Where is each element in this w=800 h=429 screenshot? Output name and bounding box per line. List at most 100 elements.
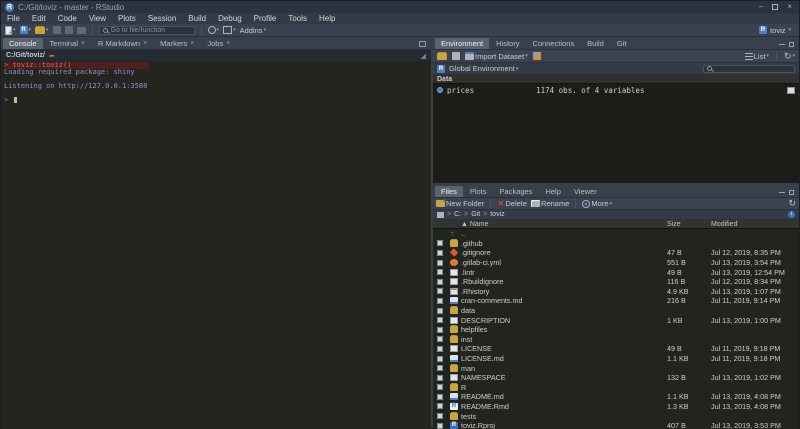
file-row[interactable]: inst <box>433 335 799 345</box>
breadcrumb-segment[interactable]: C: <box>454 211 461 218</box>
rename-button[interactable]: Rename <box>531 199 569 208</box>
expand-object-icon[interactable] <box>437 87 443 93</box>
file-name[interactable]: .github <box>461 239 667 248</box>
file-row[interactable]: RREADME.Rmd1.3 KBJul 13, 2019, 4:08 PM <box>433 402 799 412</box>
tab-jobs[interactable]: Jobs× <box>201 38 236 49</box>
new-project-button[interactable]: R▾ <box>20 26 32 34</box>
close-button[interactable]: × <box>787 2 792 12</box>
file-name[interactable]: .Rbuildignore <box>461 277 667 286</box>
menu-item-tools[interactable]: Tools <box>288 14 307 23</box>
console-resize-icon[interactable]: ◢ <box>421 52 426 60</box>
maximize-pane-icon[interactable] <box>789 190 794 195</box>
minimize-pane-icon[interactable] <box>779 192 785 193</box>
tab-r-markdown[interactable]: R Markdown× <box>92 38 153 49</box>
save-button[interactable] <box>53 26 61 34</box>
file-name[interactable]: data <box>461 306 667 315</box>
file-checkbox[interactable] <box>437 413 443 419</box>
file-row[interactable]: cran-comments.md216 BJul 11, 2019, 9:14 … <box>433 296 799 306</box>
refresh-files-button[interactable]: ↻ <box>788 199 796 208</box>
maximize-pane-icon[interactable] <box>789 42 794 47</box>
open-in-files-icon[interactable]: ➦ <box>49 52 55 60</box>
file-name[interactable]: .Rhistory <box>461 287 667 296</box>
tab-history[interactable]: History <box>490 38 525 49</box>
close-tab-icon[interactable]: × <box>81 40 85 47</box>
save-workspace-icon[interactable] <box>452 52 460 60</box>
file-checkbox[interactable] <box>437 394 443 400</box>
file-row[interactable]: Rtoviz.Rproj407 BJul 13, 2019, 3:53 PM <box>433 421 799 429</box>
import-dataset-button[interactable]: Import Dataset▾ <box>465 52 528 61</box>
file-row[interactable]: LICENSE49 BJul 11, 2019, 9:18 PM <box>433 344 799 354</box>
menu-item-profile[interactable]: Profile <box>254 14 277 23</box>
file-checkbox[interactable] <box>437 269 443 275</box>
file-name[interactable]: toviz.Rproj <box>461 421 667 429</box>
file-row[interactable]: .lintr49 BJul 13, 2019, 12:54 PM <box>433 267 799 277</box>
tab-terminal[interactable]: Terminal× <box>44 38 91 49</box>
refresh-environment-button[interactable]: ↻▾ <box>784 52 795 61</box>
menu-item-view[interactable]: View <box>89 14 106 23</box>
file-checkbox[interactable] <box>437 336 443 342</box>
file-row[interactable]: .Rbuildignore116 BJul 12, 2019, 8:34 PM <box>433 277 799 287</box>
new-folder-button[interactable]: New Folder <box>436 199 484 208</box>
file-checkbox[interactable] <box>437 317 443 323</box>
goto-file-function-input[interactable] <box>111 27 191 34</box>
file-name[interactable]: cran-comments.md <box>461 296 667 305</box>
console-output[interactable]: > toviz::toviz()Loading required package… <box>1 61 431 429</box>
print-button[interactable] <box>77 27 86 34</box>
file-row[interactable]: helpfiles <box>433 325 799 335</box>
file-name[interactable]: DESCRIPTION <box>461 316 667 325</box>
file-name[interactable]: LICENSE <box>461 344 667 353</box>
menu-item-debug[interactable]: Debug <box>218 14 242 23</box>
file-checkbox[interactable] <box>437 279 443 285</box>
file-checkbox[interactable] <box>437 260 443 266</box>
tab-connections[interactable]: Connections <box>526 38 580 49</box>
file-name[interactable]: LICENSE.md <box>461 354 667 363</box>
tab-console[interactable]: Console <box>3 38 43 49</box>
file-name[interactable]: tests <box>461 412 667 421</box>
tab-git[interactable]: Git <box>611 38 633 49</box>
column-size[interactable]: Size <box>667 221 711 228</box>
menu-item-file[interactable]: File <box>7 14 20 23</box>
file-row[interactable]: .github <box>433 239 799 249</box>
list-view-selector[interactable]: List▾ <box>745 52 769 61</box>
info-icon[interactable]: i <box>788 211 795 218</box>
pane-layout-button[interactable]: ▾ <box>223 26 236 34</box>
more-button[interactable]: More▾ <box>582 199 612 208</box>
file-name[interactable]: helpfiles <box>461 325 667 334</box>
file-name[interactable]: man <box>461 364 667 373</box>
file-row[interactable]: NAMESPACE132 BJul 13, 2019, 1:02 PM <box>433 373 799 383</box>
tab-build[interactable]: Build <box>581 38 610 49</box>
file-row[interactable]: .gitlab-ci.yml551 BJul 13, 2019, 3:54 PM <box>433 258 799 268</box>
minimize-button[interactable]: – <box>759 2 763 12</box>
menu-item-plots[interactable]: Plots <box>118 14 136 23</box>
home-icon[interactable] <box>437 212 444 218</box>
file-row[interactable]: tests <box>433 411 799 421</box>
file-name[interactable]: NAMESPACE <box>461 373 667 382</box>
file-name[interactable]: .gitignore <box>461 248 667 257</box>
column-name[interactable]: ▲ Name <box>461 221 667 228</box>
environment-scope-selector[interactable]: Global Environment▾ <box>449 64 518 73</box>
close-tab-icon[interactable]: × <box>143 40 147 47</box>
file-checkbox[interactable] <box>437 346 443 352</box>
menu-item-build[interactable]: Build <box>188 14 206 23</box>
delete-button[interactable]: ✕Delete <box>497 199 527 208</box>
file-name[interactable]: .gitlab-ci.yml <box>461 258 667 267</box>
file-checkbox[interactable] <box>437 308 443 314</box>
file-checkbox[interactable] <box>437 384 443 390</box>
new-file-button[interactable]: ▾ <box>5 26 16 35</box>
close-tab-icon[interactable]: × <box>190 40 194 47</box>
file-name[interactable]: inst <box>461 335 667 344</box>
file-name[interactable]: .lintr <box>461 268 667 277</box>
view-data-icon[interactable] <box>787 87 795 94</box>
project-selector[interactable]: R toviz▾ <box>759 26 795 35</box>
column-modified[interactable]: Modified <box>711 221 799 228</box>
maximize-pane-icon[interactable] <box>419 41 426 47</box>
file-row[interactable]: DESCRIPTION1 KBJul 13, 2019, 1:00 PM <box>433 315 799 325</box>
file-row[interactable]: ↑.. <box>433 229 799 239</box>
close-tab-icon[interactable]: × <box>226 40 230 47</box>
environment-search-box[interactable] <box>703 65 795 73</box>
file-checkbox[interactable] <box>437 327 443 333</box>
minimize-pane-icon[interactable] <box>779 44 785 45</box>
addins-button[interactable]: Addins▾ <box>240 26 266 35</box>
menu-item-code[interactable]: Code <box>58 14 77 23</box>
file-name[interactable]: README.Rmd <box>461 402 667 411</box>
